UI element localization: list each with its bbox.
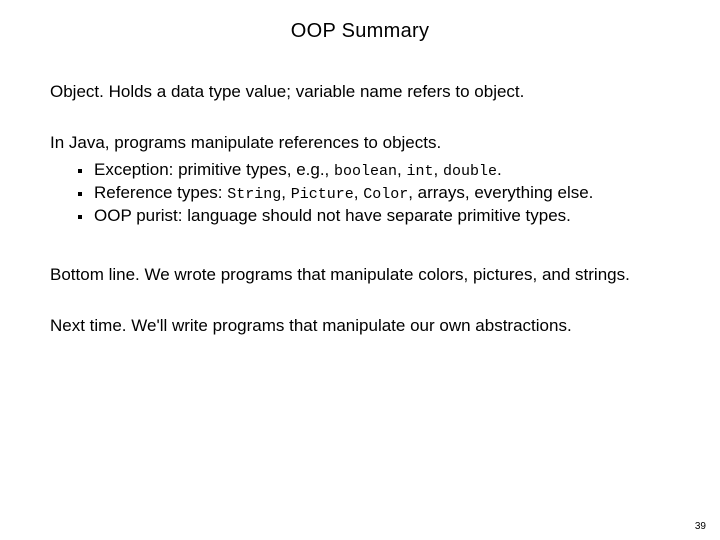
page-number: 39 <box>695 521 706 532</box>
code-token: String <box>227 186 281 203</box>
rest-object: Holds a data type value; variable name r… <box>104 82 525 101</box>
bullet-pre: OOP purist: language should not have sep… <box>94 206 571 225</box>
lead-bottomline: Bottom line. <box>50 265 140 284</box>
para-bottomline: Bottom line. We wrote programs that mani… <box>50 264 670 287</box>
list-item: Reference types: String, Picture, Color,… <box>78 182 670 205</box>
code-sep: , <box>354 183 363 202</box>
code-token: int <box>406 163 433 180</box>
code-token: double <box>443 163 497 180</box>
list-item: Exception: primitive types, e.g., boolea… <box>78 159 670 182</box>
para-object: Object. Holds a data type value; variabl… <box>50 81 670 104</box>
list-item: OOP purist: language should not have sep… <box>78 205 670 228</box>
bullet-list: Exception: primitive types, e.g., boolea… <box>50 159 670 228</box>
bullet-post: , arrays, everything else. <box>408 183 593 202</box>
rest-bottomline: We wrote programs that manipulate colors… <box>140 265 630 284</box>
code-token: boolean <box>334 163 397 180</box>
lead-object: Object. <box>50 82 104 101</box>
bullet-pre: Exception: primitive types, e.g., <box>94 160 334 179</box>
code-token: Picture <box>291 186 354 203</box>
slide: OOP Summary Object. Holds a data type va… <box>0 0 720 540</box>
bullet-pre: Reference types: <box>94 183 227 202</box>
para-java: In Java, programs manipulate references … <box>50 132 670 155</box>
code-sep: , <box>281 183 290 202</box>
rest-nexttime: We'll write programs that manipulate our… <box>127 316 572 335</box>
code-sep: , <box>433 160 442 179</box>
para-nexttime: Next time. We'll write programs that man… <box>50 315 670 338</box>
bullet-post: . <box>497 160 502 179</box>
lead-nexttime: Next time. <box>50 316 127 335</box>
code-token: Color <box>363 186 408 203</box>
slide-title: OOP Summary <box>50 20 670 43</box>
